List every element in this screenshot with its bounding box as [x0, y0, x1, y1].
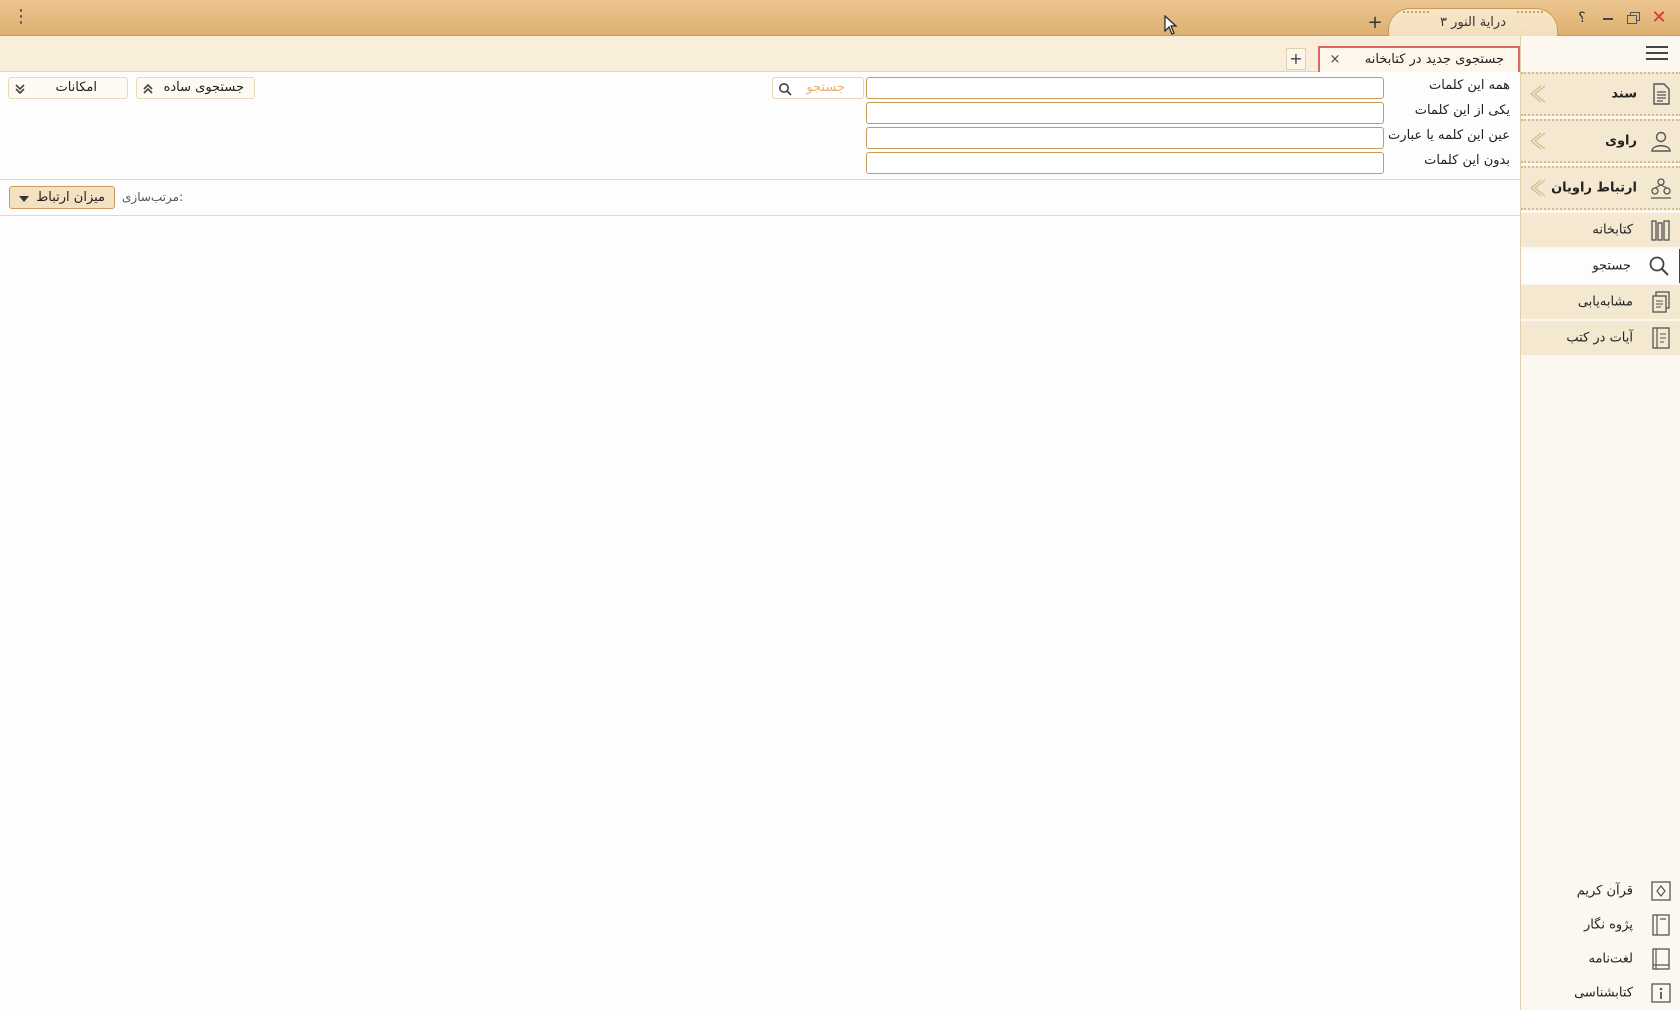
info-book-icon	[1651, 983, 1671, 1003]
chevron-left-icon	[1530, 85, 1545, 103]
hamburger-menu-icon[interactable]	[1646, 44, 1668, 62]
dictionary-icon	[1652, 948, 1670, 970]
document-tab-bar: + × جستجوی جدید در کتابخانه	[0, 36, 1520, 72]
document-icon	[1653, 83, 1670, 105]
sidebar-item-verses-in-books[interactable]: آیات در کتب	[1521, 321, 1680, 355]
close-tab-icon[interactable]: ×	[1328, 51, 1342, 69]
title-bar: ⋮ + درایة النور ۳ ؟ ✕	[0, 0, 1680, 36]
search-button[interactable]: جستجو	[772, 77, 864, 99]
search-results-area	[0, 217, 1520, 1010]
simple-search-button[interactable]: جستجوی ساده	[136, 77, 255, 99]
search-icon	[1649, 256, 1669, 276]
sidebar-item-bibliography[interactable]: کتابشناسی	[1521, 978, 1680, 1008]
minimize-button[interactable]	[1597, 8, 1619, 28]
decorative-ornament-icon	[1517, 11, 1543, 19]
document-tab-label: جستجوی جدید در کتابخانه	[1364, 52, 1504, 67]
sort-bar: مرتب‌سازی: میزان ارتباط	[0, 180, 1520, 216]
sort-label: مرتب‌سازی:	[122, 190, 184, 204]
sidebar-item-library[interactable]: کتابخانه	[1521, 213, 1680, 247]
sidebar-item-dictionary[interactable]: لغت‌نامه	[1521, 944, 1680, 974]
sidebar-item-label: کتابشناسی	[1574, 985, 1633, 1001]
search-button-label: جستجو	[806, 80, 845, 95]
verses-book-icon	[1652, 327, 1670, 349]
quran-icon	[1651, 881, 1671, 901]
simple-search-label: جستجوی ساده	[163, 80, 244, 95]
app-tab[interactable]: درایة النور ۳	[1388, 8, 1558, 36]
all-words-input[interactable]	[866, 77, 1384, 99]
close-window-button[interactable]: ✕	[1648, 8, 1670, 28]
chevron-left-icon	[1530, 179, 1545, 197]
sidebar-item-quran[interactable]: قرآن کریم	[1521, 876, 1680, 906]
similar-documents-icon	[1652, 291, 1670, 313]
sidebar-item-label: لغت‌نامه	[1588, 951, 1633, 967]
search-icon	[779, 83, 792, 96]
person-icon	[1651, 131, 1671, 152]
advanced-search-form: همه این کلمات یکی از این کلمات عین این ک…	[0, 72, 1520, 180]
sort-selected-value: میزان ارتباط	[36, 190, 105, 205]
restore-button[interactable]	[1622, 8, 1644, 28]
any-words-label: یکی از این کلمات	[1414, 103, 1510, 118]
sidebar-item-label: کتابخانه	[1592, 222, 1633, 238]
any-words-input[interactable]	[866, 102, 1384, 124]
kebab-menu-icon[interactable]: ⋮	[12, 6, 30, 28]
app-tab-title: درایة النور ۳	[1439, 15, 1506, 30]
notebook-icon	[1652, 914, 1670, 936]
sidebar: سند راوی ارتباط راویان کتابخانه جستجو مش…	[1520, 36, 1680, 1010]
without-words-label: بدون این کلمات	[1424, 153, 1510, 168]
options-label: امکانات	[55, 80, 97, 95]
sidebar-item-document[interactable]: سند	[1521, 72, 1680, 116]
sidebar-item-search[interactable]: جستجو	[1521, 249, 1680, 283]
double-chevron-down-icon	[15, 84, 25, 95]
sidebar-item-notebook[interactable]: پژوه نگار	[1521, 910, 1680, 940]
library-books-icon	[1651, 220, 1670, 241]
help-button[interactable]: ؟	[1571, 8, 1593, 28]
people-network-icon	[1651, 178, 1671, 199]
sidebar-item-label: پژوه نگار	[1583, 917, 1633, 933]
chevron-left-icon	[1530, 132, 1545, 150]
sidebar-item-label: مشابه‌یابی	[1577, 294, 1633, 310]
sidebar-item-label: سند	[1611, 86, 1637, 102]
sidebar-item-label: قرآن کریم	[1576, 883, 1633, 899]
exact-phrase-label: عین این کلمه یا عبارت	[1388, 128, 1510, 143]
sidebar-item-narrator[interactable]: راوی	[1521, 119, 1680, 163]
sort-dropdown[interactable]: میزان ارتباط	[9, 186, 115, 209]
exact-phrase-input[interactable]	[866, 127, 1384, 149]
sidebar-item-label: آیات در کتب	[1566, 330, 1633, 346]
caret-down-icon	[19, 196, 29, 202]
document-tab-search[interactable]: × جستجوی جدید در کتابخانه	[1318, 46, 1520, 72]
options-button[interactable]: امکانات	[8, 77, 128, 99]
all-words-label: همه این کلمات	[1429, 78, 1510, 93]
sidebar-item-label: جستجو	[1592, 258, 1631, 274]
double-chevron-up-icon	[143, 83, 153, 94]
sidebar-item-label: راوی	[1605, 133, 1637, 149]
add-document-tab-button[interactable]: +	[1286, 48, 1306, 70]
without-words-input[interactable]	[866, 152, 1384, 174]
new-app-tab-button[interactable]: +	[1366, 13, 1384, 33]
sidebar-item-similarity[interactable]: مشابه‌یابی	[1521, 285, 1680, 319]
decorative-ornament-icon	[1403, 11, 1429, 19]
sidebar-item-narrator-relations[interactable]: ارتباط راویان	[1521, 166, 1680, 210]
sidebar-item-label: ارتباط راویان	[1551, 180, 1637, 196]
